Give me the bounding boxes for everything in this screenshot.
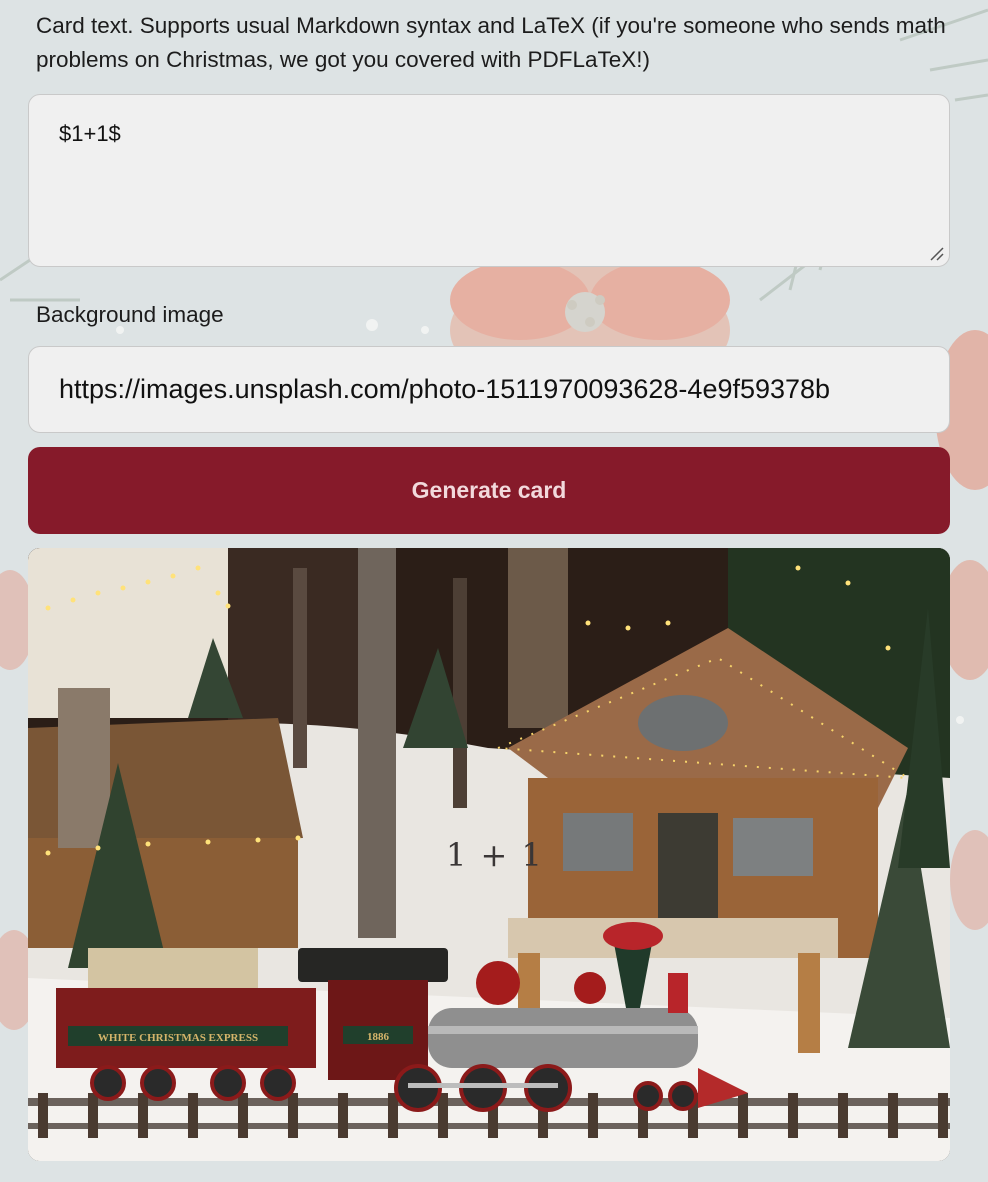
generate-card-button[interactable]: Generate card [28, 447, 950, 534]
card-text-value: $1+1$ [59, 121, 121, 146]
card-preview: WHITE CHRISTMAS EXPRESS 1886 1 + 1 [28, 548, 950, 1161]
background-image-input[interactable]: https://images.unsplash.com/photo-151197… [28, 346, 950, 433]
card-generator-form: Card text. Supports usual Markdown synta… [0, 0, 988, 1182]
train-plate-text: WHITE CHRISTMAS EXPRESS [98, 1032, 258, 1044]
rendered-card-text: 1 + 1 [446, 836, 544, 874]
resize-handle-icon[interactable] [929, 246, 945, 262]
background-image-label: Background image [36, 302, 224, 327]
card-text-label: Card text. Supports usual Markdown synta… [36, 13, 946, 72]
card-text-textarea[interactable]: $1+1$ [28, 94, 950, 267]
background-image-value: https://images.unsplash.com/photo-151197… [59, 374, 831, 404]
engine-number-text: 1886 [367, 1031, 390, 1043]
